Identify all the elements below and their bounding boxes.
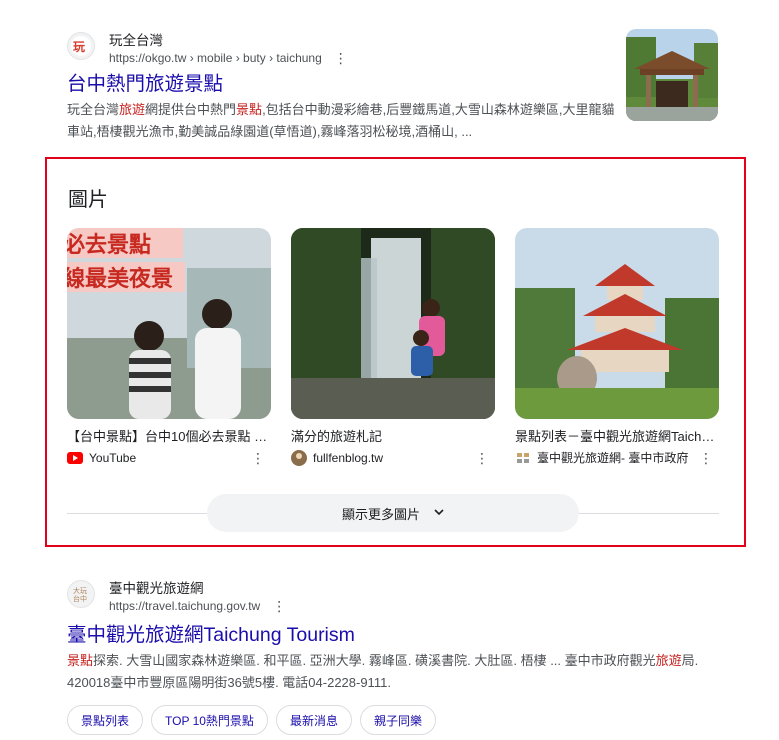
more-options-icon[interactable]: ⋮	[251, 450, 265, 466]
image-card[interactable]: 滿分的旅遊札記 fullfenblog.tw ⋮	[291, 228, 495, 466]
sitelink-chips: 景點列表 TOP 10熱門景點 最新消息 親子同樂	[67, 705, 436, 735]
site-url[interactable]: https://travel.taichung.gov.tw	[109, 598, 260, 614]
image-source[interactable]: 臺中觀光旅遊網- 臺中市政府 ⋮	[515, 450, 719, 466]
site-url[interactable]: https://okgo.tw › mobile › buty › taichu…	[109, 50, 322, 66]
more-options-icon[interactable]: ⋮	[272, 599, 286, 613]
image-thumbnail[interactable]: 必去景點 線最美夜景	[67, 228, 271, 419]
taichung-logo-icon	[515, 450, 531, 466]
image-source[interactable]: YouTube ⋮	[67, 450, 271, 466]
image-caption[interactable]: 景點列表－臺中觀光旅遊網Taichung …	[515, 428, 719, 446]
image-caption[interactable]: 滿分的旅遊札記	[291, 428, 495, 446]
image-thumbnail[interactable]	[515, 228, 719, 419]
overlay-text-2: 線最美夜景	[67, 266, 173, 292]
show-more-images-button[interactable]: 顯示更多圖片	[207, 494, 579, 532]
image-thumbnail[interactable]	[291, 228, 495, 419]
image-card[interactable]: 景點列表－臺中觀光旅遊網Taichung … 臺中觀光旅遊網- 臺中市政府 ⋮	[515, 228, 719, 466]
image-source[interactable]: fullfenblog.tw ⋮	[291, 450, 495, 466]
result-snippet: 玩全台灣旅遊網提供台中熱門景點,包括台中動漫彩繪巷,后豐鐵馬道,大雪山森林遊樂區…	[67, 102, 615, 139]
site-name[interactable]: 玩全台灣	[109, 32, 348, 50]
svg-text:台中: 台中	[73, 594, 87, 603]
okgo-logo-icon[interactable]: 玩	[67, 32, 95, 60]
more-options-icon[interactable]: ⋮	[334, 51, 348, 65]
overlay-text-1: 必去景點	[67, 232, 151, 258]
svg-text:玩: 玩	[73, 40, 85, 54]
more-options-icon[interactable]: ⋮	[699, 450, 713, 466]
chip-top10[interactable]: TOP 10熱門景點	[151, 705, 268, 735]
images-heading: 圖片	[68, 189, 108, 211]
show-more-label: 顯示更多圖片	[341, 506, 420, 522]
image-card[interactable]: 必去景點 線最美夜景 【台中景點】台中10個必去景點 … YouTube ⋮	[67, 228, 271, 466]
blog-avatar-icon	[291, 450, 307, 466]
source-name[interactable]: YouTube	[89, 450, 136, 466]
chip-attractions-list[interactable]: 景點列表	[67, 705, 144, 735]
taichung-logo-icon[interactable]: 大玩 台中	[67, 580, 95, 608]
image-caption[interactable]: 【台中景點】台中10個必去景點 …	[67, 428, 271, 446]
search-result-okgo: 玩 玩全台灣 https://okgo.tw › mobile › buty ›…	[67, 32, 627, 143]
search-result-taichung: 大玩 台中 臺中觀光旅遊網 https://travel.taichung.gov…	[67, 580, 727, 694]
result-title-link[interactable]: 臺中觀光旅遊網Taichung Tourism	[67, 623, 727, 647]
result-snippet: 景點探索. 大雪山國家森林遊樂區. 和平區. 亞洲大學. 霧峰區. 磺溪書院. …	[67, 653, 699, 690]
more-options-icon[interactable]: ⋮	[475, 450, 489, 466]
source-name[interactable]: fullfenblog.tw	[313, 450, 383, 466]
svg-text:大玩: 大玩	[73, 586, 87, 595]
chevron-down-icon	[434, 507, 444, 519]
site-name[interactable]: 臺中觀光旅遊網	[109, 580, 286, 598]
result-thumbnail-image[interactable]	[626, 29, 718, 121]
chip-family[interactable]: 親子同樂	[359, 705, 436, 735]
youtube-icon	[67, 450, 83, 466]
result-title-link[interactable]: 台中熱門旅遊景點	[67, 72, 627, 96]
chip-news[interactable]: 最新消息	[275, 705, 352, 735]
source-name[interactable]: 臺中觀光旅遊網- 臺中市政府	[537, 450, 688, 466]
